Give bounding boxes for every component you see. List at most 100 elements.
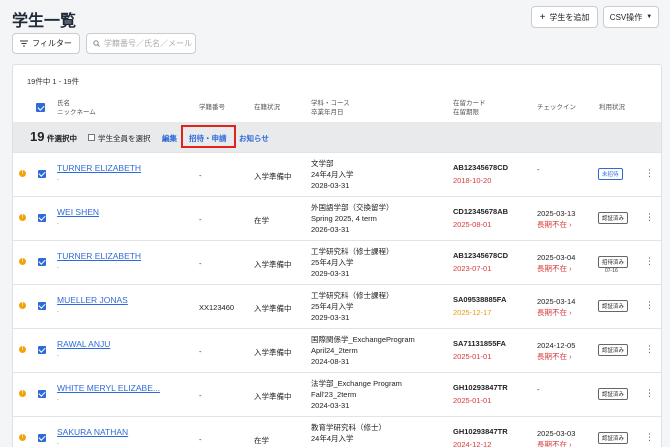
invite-date: 07-16 <box>605 268 618 274</box>
more-options-icon[interactable]: ⋮ <box>645 257 654 266</box>
long-absence-link[interactable]: 長期不在 › <box>537 263 575 274</box>
usage-status-badge: 認証済み <box>598 432 629 444</box>
col-status: 在籍状況 <box>254 104 280 111</box>
row-checkbox[interactable] <box>38 390 46 398</box>
search-icon <box>93 40 100 47</box>
row-checkbox[interactable] <box>38 346 46 354</box>
nickname: - <box>57 177 59 183</box>
col-grad: 卒業年月日 <box>311 109 344 116</box>
filter-label: フィルター <box>32 39 72 48</box>
checkin-date: 2025-03-13 <box>537 209 576 218</box>
warning-icon: ! <box>19 302 26 309</box>
student-id: - <box>199 171 202 180</box>
student-name-link[interactable]: TURNER ELIZABETH <box>57 251 141 261</box>
row-checkbox[interactable] <box>38 434 46 442</box>
student-name-link[interactable]: RAWAL ANJU <box>57 339 110 349</box>
course-term: April24_2term <box>311 346 358 355</box>
warning-icon: ! <box>19 390 26 397</box>
course-term: Spring 2025, 4 term <box>311 214 377 223</box>
table-row[interactable]: ! TURNER ELIZABETH - - 入学準備中 文学部 24年4月入学 2028-0… <box>13 152 661 196</box>
usage-status-badge: 認証済み <box>598 344 629 356</box>
student-name-link[interactable]: MUELLER JONAS <box>57 295 128 305</box>
long-absence-link[interactable]: 長期不在 › <box>537 307 575 318</box>
more-options-icon[interactable]: ⋮ <box>645 389 654 398</box>
usage-status-badge: 未招待 <box>598 168 623 180</box>
select-all-students-label: 学生全員を選択 <box>98 134 151 143</box>
filter-button[interactable]: フィルター <box>12 33 80 54</box>
table-row[interactable]: !SAKURA NATHAN--在学教育学研究科（修士）24年4月入学2026-… <box>13 416 661 447</box>
student-name-link[interactable]: WEI SHEN <box>57 207 99 217</box>
student-name-link[interactable]: TURNER ELIZABETH <box>57 163 141 173</box>
selected-count: 19 <box>30 129 45 144</box>
course-info: 法学部_Exchange Program Fall'23_2term 2024-03… <box>311 378 402 411</box>
enrollment-status: 在学 <box>254 436 269 445</box>
nickname: - <box>57 265 59 271</box>
student-list-page: 学生一覧 + 学生を追加 CSV操作 ▼ フィルター 19件中 1 - 19件 … <box>0 0 670 447</box>
long-absence-link[interactable]: 長期不在 › <box>537 439 575 447</box>
row-checkbox[interactable] <box>38 302 46 310</box>
table-row[interactable]: ! WEI SHEN - - 在学 外国語学部（交換留学） Spring 2025, 4 t… <box>13 196 661 240</box>
more-options-icon[interactable]: ⋮ <box>645 169 654 178</box>
add-student-button[interactable]: + 学生を追加 <box>531 6 598 28</box>
more-options-icon[interactable]: ⋮ <box>645 213 654 222</box>
select-all-students-checkbox[interactable] <box>88 134 95 141</box>
graduation-date: 2029-03-31 <box>311 269 350 278</box>
edit-action[interactable]: 編集 <box>162 133 177 144</box>
residence-card-number: AB12345678CD <box>453 163 509 172</box>
student-id: - <box>199 391 202 400</box>
student-name-link[interactable]: WHITE MERYL ELIZABE... <box>57 383 160 393</box>
caret-down-icon: ▼ <box>646 14 653 20</box>
csv-label: CSV操作 <box>609 12 643 22</box>
residence-card-number: GH10293847TR <box>453 427 508 436</box>
checkin-info: 2025-03-14 長期不在 › <box>537 296 575 318</box>
more-options-icon[interactable]: ⋮ <box>645 301 654 310</box>
usage-status-badge: 認証済み <box>598 300 629 312</box>
select-all-checkbox[interactable] <box>36 103 45 112</box>
residence-card-expiry: 2024-12-12 <box>453 440 492 447</box>
csv-menu-button[interactable]: CSV操作 ▼ <box>603 6 659 28</box>
residence-card-number: SA09538885FA <box>453 295 507 304</box>
student-name-link[interactable]: SAKURA NATHAN <box>57 427 128 437</box>
long-absence-link[interactable]: 長期不在 › <box>537 219 575 230</box>
more-options-icon[interactable]: ⋮ <box>645 345 654 354</box>
add-student-label: 学生を追加 <box>549 12 590 22</box>
checkin-date: - <box>537 165 540 174</box>
warning-icon: ! <box>19 258 26 265</box>
course-department: 教育学研究科（修士） <box>311 423 386 432</box>
course-info: 文学部 24年4月入学 2028-03-31 <box>311 158 354 191</box>
row-checkbox[interactable] <box>38 258 46 266</box>
warning-icon: ! <box>19 214 26 221</box>
residence-card-number: SA71131855FA <box>453 339 506 348</box>
invite-apply-action[interactable]: 招待・申請 <box>189 133 227 144</box>
residence-card-expiry: 2025-01-01 <box>453 352 492 361</box>
notice-action[interactable]: お知らせ <box>239 133 269 144</box>
enrollment-status: 入学準備中 <box>254 304 292 313</box>
filter-icon <box>20 40 29 47</box>
search-box[interactable] <box>86 33 196 54</box>
enrollment-status: 入学準備中 <box>254 172 292 181</box>
table-row[interactable]: ! WHITE MERYL ELIZABE... - - 入学準備中 法学部_Exchan… <box>13 372 661 416</box>
table-row[interactable]: ! TURNER ELIZABETH - - 入学準備中 工学研究科（修士課程） 25年4月… <box>13 240 661 284</box>
row-checkbox[interactable] <box>38 214 46 222</box>
plus-icon: + <box>539 11 546 23</box>
selection-bar: 19 件選択中 学生全員を選択 編集 招待・申請 お知らせ <box>13 122 661 152</box>
residence-card-number: AB12345678CD <box>453 251 509 260</box>
student-id: - <box>199 435 202 444</box>
course-term: 24年4月入学 <box>311 434 354 443</box>
row-checkbox[interactable] <box>38 170 46 178</box>
long-absence-link[interactable]: 長期不在 › <box>537 351 575 362</box>
table-row[interactable]: ! RAWAL ANJU - - 入学準備中 国際関係学_ExchangeProgram A… <box>13 328 661 372</box>
residence-card-number: GH10293847TR <box>453 383 508 392</box>
warning-icon: ! <box>19 346 26 353</box>
checkin-info: - <box>537 164 540 175</box>
residence-card-expiry: 2025-12-17 <box>453 308 492 317</box>
enrollment-status: 在学 <box>254 216 269 225</box>
course-department: 外国語学部（交換留学） <box>311 203 394 212</box>
course-department: 法学部_Exchange Program <box>311 379 402 388</box>
course-department: 工学研究科（修士課程） <box>311 247 394 256</box>
checkin-date: 2025-03-14 <box>537 297 576 306</box>
more-options-icon[interactable]: ⋮ <box>645 433 654 442</box>
enrollment-status: 入学準備中 <box>254 260 292 269</box>
table-row[interactable]: ! MUELLER JONAS - XX123460 入学準備中 工学研究科（修士課程） 2… <box>13 284 661 328</box>
search-input[interactable] <box>104 39 194 48</box>
